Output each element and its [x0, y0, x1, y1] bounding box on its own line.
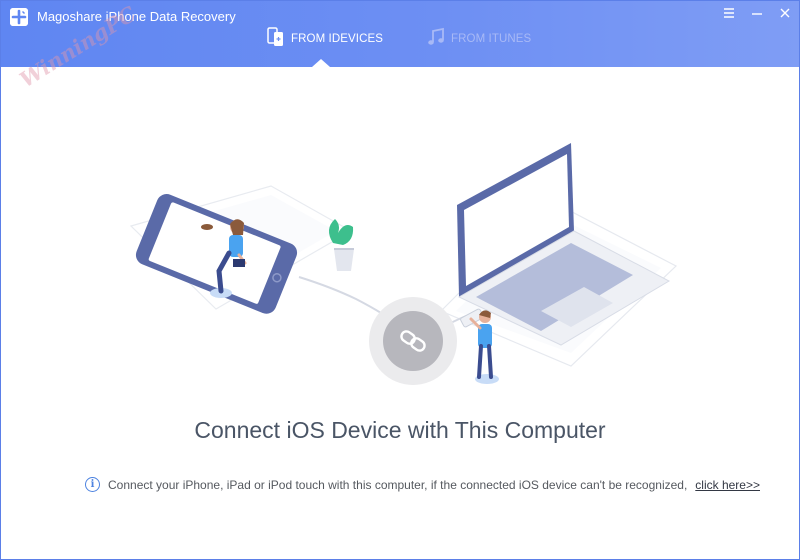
help-message: i Connect your iPhone, iPad or iPod touc… — [85, 477, 760, 492]
link-chain-icon — [369, 297, 457, 385]
tab-from-itunes[interactable]: FROM ITUNES — [427, 27, 531, 50]
close-icon[interactable] — [777, 5, 793, 21]
plant-pot — [328, 219, 354, 271]
app-logo-icon — [10, 8, 28, 26]
menu-icon[interactable] — [721, 5, 737, 21]
active-tab-indicator — [312, 59, 330, 67]
music-note-icon — [427, 27, 445, 50]
connect-illustration — [121, 131, 681, 401]
page-title: Connect iOS Device with This Computer — [194, 417, 606, 443]
minimize-icon[interactable] — [749, 5, 765, 21]
tab-label: FROM IDEVICES — [291, 32, 384, 45]
coffee-cup — [201, 224, 213, 230]
window-controls — [721, 5, 793, 21]
info-icon: i — [85, 477, 100, 492]
help-text: Connect your iPhone, iPad or iPod touch … — [108, 477, 688, 492]
tab-label: FROM ITUNES — [451, 32, 532, 45]
app-window: Magoshare iPhone Data Recovery FROM IDEV… — [0, 0, 800, 560]
click-here-link[interactable]: click here>> — [695, 478, 760, 492]
tab-from-idevices[interactable]: FROM IDEVICES — [267, 27, 383, 50]
device-copy-icon — [267, 27, 285, 50]
